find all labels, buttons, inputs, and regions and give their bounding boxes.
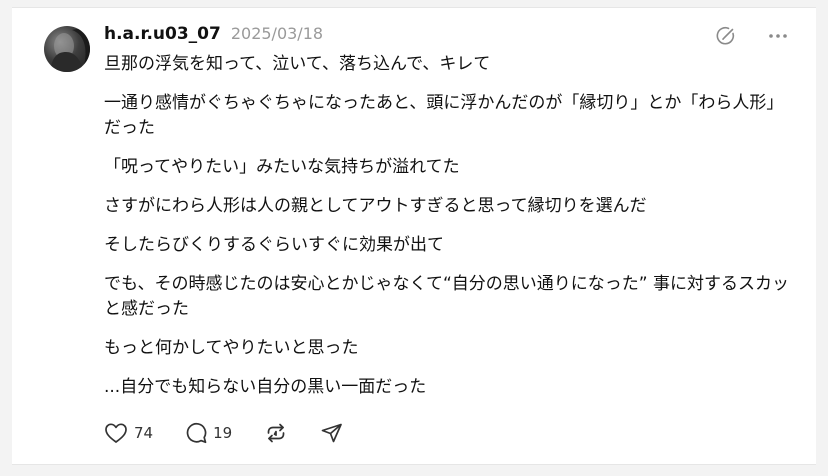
post-paragraph: さすがにわら人形は人の親としてアウトすぎると思って縁切りを選んだ bbox=[104, 196, 647, 216]
post-paragraph: もっと何かしてやりたいと思った bbox=[104, 338, 359, 358]
post-header: h.a.r.u03_07 2025/03/18 bbox=[104, 24, 323, 48]
share-button[interactable] bbox=[320, 422, 344, 444]
post-body: 旦那の浮気を知って、泣いて、落ち込んで、キレて 一通り感情がぐちゃぐちゃになった… bbox=[104, 52, 796, 414]
reply-count: 19 bbox=[213, 424, 233, 442]
avatar-image bbox=[50, 26, 90, 72]
edit-circle-icon[interactable] bbox=[714, 24, 738, 48]
heart-icon bbox=[105, 423, 127, 443]
post-paragraph: 旦那の浮気を知って、泣いて、落ち込んで、キレて bbox=[104, 54, 491, 74]
post-paragraph: 一通り感情がぐちゃぐちゃになったあと、頭に浮かんだのが「縁切り」とか「わら人形」… bbox=[104, 93, 784, 138]
username[interactable]: h.a.r.u03_07 bbox=[104, 24, 221, 44]
like-count: 74 bbox=[134, 424, 154, 442]
post-actions: 74 19 bbox=[104, 422, 376, 444]
post-paragraph: そしたらびくりするぐらいすぐに効果が出て bbox=[104, 235, 444, 255]
thread-post: h.a.r.u03_07 2025/03/18 旦那の浮気を知って、泣いて、落ち… bbox=[12, 7, 816, 465]
reply-button[interactable]: 19 bbox=[185, 422, 232, 444]
post-top-actions bbox=[714, 24, 790, 48]
repost-icon bbox=[267, 423, 285, 443]
post-paragraph: ...自分でも知らない自分の黒い一面だった bbox=[104, 377, 427, 397]
comment-icon bbox=[186, 422, 207, 444]
send-icon bbox=[321, 423, 343, 443]
timestamp: 2025/03/18 bbox=[230, 24, 324, 43]
repost-button[interactable] bbox=[264, 422, 288, 444]
like-button[interactable]: 74 bbox=[104, 422, 153, 444]
more-icon[interactable] bbox=[766, 24, 790, 48]
avatar[interactable] bbox=[44, 26, 90, 72]
post-paragraph: 「呪ってやりたい」みたいな気持ちが溢れてた bbox=[104, 157, 460, 177]
post-paragraph: でも、その時感じたのは安心とかじゃなくて“自分の思い通りになった” 事に対するス… bbox=[104, 274, 789, 319]
